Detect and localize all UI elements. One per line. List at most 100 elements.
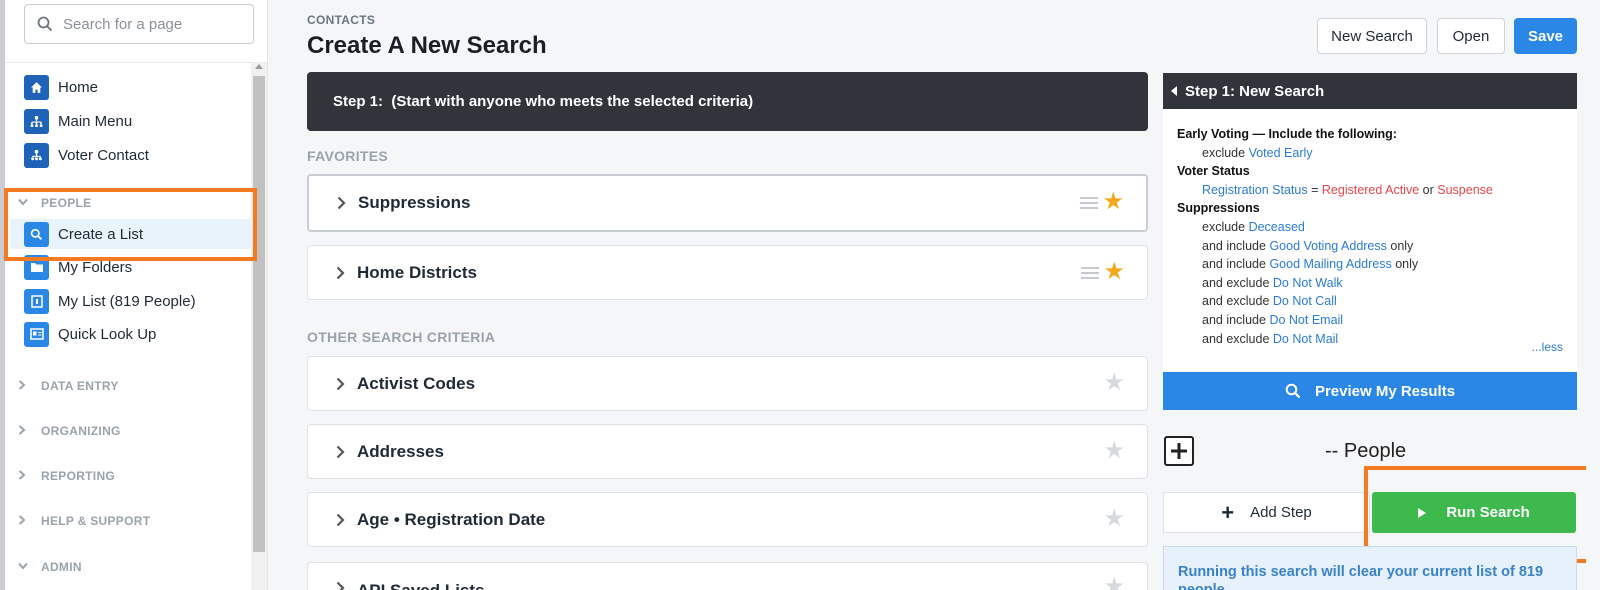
sidebar-item-main-menu[interactable]: Main Menu bbox=[24, 106, 132, 136]
chevron-down-icon bbox=[18, 197, 28, 209]
sidebar-item-quick-look-up[interactable]: Quick Look Up bbox=[24, 319, 156, 349]
run-search-label: Run Search bbox=[1446, 504, 1530, 521]
sitemap-icon bbox=[24, 108, 49, 134]
summary-header-label: Step 1: New Search bbox=[1185, 82, 1325, 100]
section-people[interactable]: PEOPLE bbox=[18, 193, 91, 213]
summary-link[interactable]: Do Not Walk bbox=[1273, 276, 1343, 290]
summary-link[interactable]: Do Not Email bbox=[1269, 313, 1343, 327]
section-label: PEOPLE bbox=[41, 196, 92, 210]
star-icon[interactable]: ★ bbox=[1102, 190, 1124, 214]
criteria-activist-codes[interactable]: Activist Codes ★ bbox=[307, 356, 1148, 411]
chevron-down-icon bbox=[18, 561, 28, 573]
star-icon[interactable]: ★ bbox=[1103, 507, 1125, 531]
drag-handle-icon[interactable] bbox=[1081, 267, 1099, 282]
people-count-label: -- People bbox=[1325, 440, 1407, 462]
sidebar-item-create-a-list[interactable]: Create a List bbox=[10, 219, 251, 249]
summary-text: and include bbox=[1202, 257, 1266, 272]
summary-heading: Voter Status bbox=[1177, 164, 1250, 179]
chevron-right-icon bbox=[337, 196, 346, 210]
preview-results-label: Preview My Results bbox=[1314, 382, 1456, 400]
less-link[interactable]: ...less bbox=[1532, 338, 1563, 357]
sidebar-item-voter-contact[interactable]: Voter Contact bbox=[24, 140, 149, 170]
sidebar-scrollbar[interactable] bbox=[251, 62, 267, 590]
page-search-box[interactable] bbox=[24, 4, 254, 44]
other-criteria-label: OTHER SEARCH CRITERIA bbox=[307, 329, 496, 345]
star-icon[interactable]: ★ bbox=[1103, 575, 1125, 590]
add-icon-button[interactable] bbox=[1164, 436, 1194, 466]
section-data-entry[interactable]: DATA ENTRY bbox=[18, 376, 119, 396]
summary-link[interactable]: Deceased bbox=[1249, 220, 1305, 234]
section-reporting[interactable]: REPORTING bbox=[18, 466, 115, 486]
summary-link[interactable]: Voted Early bbox=[1249, 146, 1313, 160]
criteria-api-saved-lists[interactable]: API Saved Lists ★ bbox=[307, 562, 1148, 590]
summary-text: and include bbox=[1202, 238, 1266, 253]
preview-results-button[interactable]: Preview My Results bbox=[1163, 372, 1577, 410]
summary-heading: Suppressions bbox=[1177, 201, 1260, 216]
sidebar-scroll-thumb[interactable] bbox=[253, 76, 265, 552]
search-icon bbox=[24, 221, 49, 247]
criteria-suppressions[interactable]: Suppressions ★ bbox=[307, 174, 1148, 232]
summary-row: and include Do Not Email bbox=[1177, 311, 1563, 330]
summary-row: and exclude Do Not Mail bbox=[1177, 330, 1563, 349]
section-admin[interactable]: ADMIN bbox=[18, 557, 82, 577]
sidebar-item-label: Home bbox=[58, 78, 99, 96]
summary-header[interactable]: Step 1: New Search bbox=[1163, 73, 1577, 109]
run-search-button[interactable]: Run Search bbox=[1372, 492, 1576, 533]
summary-value[interactable]: Registered Active bbox=[1322, 183, 1419, 197]
summary-row: and include Good Voting Address only bbox=[1177, 237, 1563, 256]
sidebar-item-label: My Folders bbox=[58, 258, 133, 276]
play-icon bbox=[1418, 507, 1427, 518]
search-icon bbox=[37, 16, 53, 32]
breadcrumb[interactable]: CONTACTS bbox=[307, 13, 375, 27]
summary-link[interactable]: Good Mailing Address bbox=[1269, 257, 1391, 271]
summary-heading: Early Voting — Include the following: bbox=[1177, 127, 1397, 141]
summary-text: only bbox=[1395, 257, 1419, 272]
summary-text: and exclude bbox=[1202, 294, 1270, 309]
sidebar-item-my-folders[interactable]: My Folders bbox=[24, 252, 132, 282]
chevron-right-icon bbox=[336, 266, 345, 280]
criteria-label: Suppressions bbox=[358, 193, 471, 212]
chevron-right-icon bbox=[18, 514, 28, 528]
step-header-label: Step 1: (Start with anyone who meets the… bbox=[333, 93, 754, 110]
summary-link[interactable]: Good Voting Address bbox=[1269, 239, 1386, 253]
criteria-addresses[interactable]: Addresses ★ bbox=[307, 424, 1148, 479]
step-header: Step 1: (Start with anyone who meets the… bbox=[307, 72, 1148, 131]
add-step-button[interactable]: + Add Step bbox=[1163, 492, 1370, 533]
sidebar-item-my-list[interactable]: My List (819 People) bbox=[24, 286, 196, 316]
sidebar: Home Main Menu Voter Contact PEOPLE Crea… bbox=[0, 0, 268, 590]
folder-icon bbox=[24, 254, 49, 280]
summary-value[interactable]: Suspense bbox=[1437, 183, 1493, 197]
summary-link[interactable]: Do Not Call bbox=[1273, 294, 1337, 308]
star-icon[interactable]: ★ bbox=[1103, 371, 1125, 395]
star-icon[interactable]: ★ bbox=[1103, 439, 1125, 463]
section-label: REPORTING bbox=[41, 469, 116, 483]
plus-icon: + bbox=[1221, 499, 1235, 525]
sidebar-item-home[interactable]: Home bbox=[24, 72, 98, 102]
section-help-support[interactable]: HELP & SUPPORT bbox=[18, 511, 150, 531]
chevron-right-icon bbox=[18, 424, 28, 438]
chevron-right-icon bbox=[18, 379, 28, 393]
sidebar-divider bbox=[5, 62, 267, 63]
section-organizing[interactable]: ORGANIZING bbox=[18, 421, 121, 441]
summary-link[interactable]: Do Not Mail bbox=[1273, 332, 1338, 346]
drag-handle-icon[interactable] bbox=[1080, 197, 1098, 212]
criteria-label: Activist Codes bbox=[357, 373, 476, 393]
summary-link[interactable]: Registration Status bbox=[1202, 183, 1308, 197]
save-button[interactable]: Save bbox=[1514, 18, 1577, 54]
sidebar-item-label: Main Menu bbox=[58, 112, 133, 130]
summary-text: or bbox=[1422, 182, 1434, 197]
open-button[interactable]: Open bbox=[1437, 18, 1505, 54]
criteria-home-districts[interactable]: Home Districts ★ bbox=[307, 245, 1148, 300]
scroll-up-arrow-icon[interactable] bbox=[255, 64, 263, 69]
new-search-button[interactable]: New Search bbox=[1317, 18, 1427, 54]
main-scrollbar[interactable] bbox=[1586, 0, 1600, 590]
star-icon[interactable]: ★ bbox=[1103, 260, 1125, 284]
summary-text: and exclude bbox=[1202, 275, 1270, 290]
criteria-age-registration-date[interactable]: Age • Registration Date ★ bbox=[307, 492, 1148, 547]
chevron-right-icon bbox=[336, 377, 345, 391]
page-search-input[interactable] bbox=[63, 15, 233, 33]
summary-row: and exclude Do Not Walk bbox=[1177, 274, 1563, 293]
caret-left-icon bbox=[1171, 86, 1177, 96]
clear-list-notice: Running this search will clear your curr… bbox=[1163, 546, 1577, 590]
section-label: HELP & SUPPORT bbox=[41, 514, 151, 528]
